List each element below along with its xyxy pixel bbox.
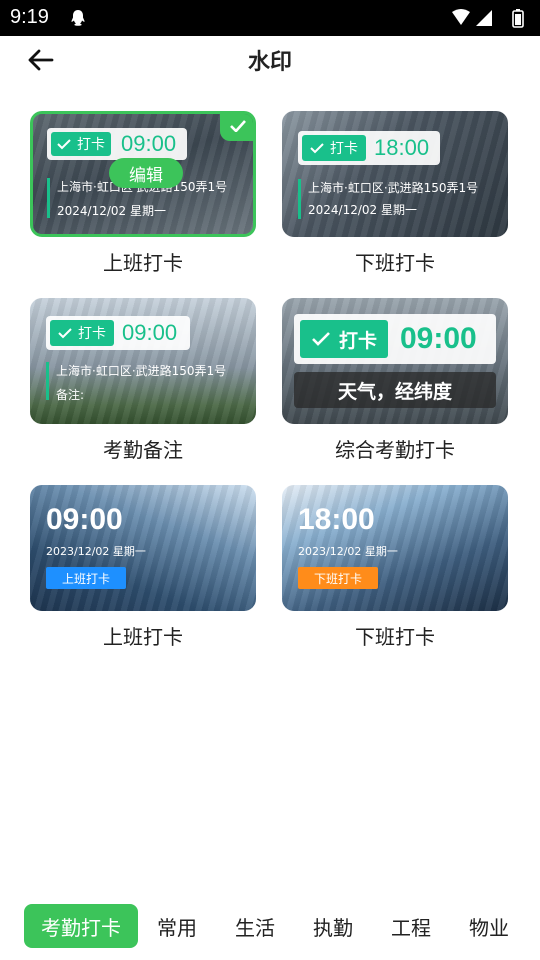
watermark-address: 上海市·虹口区·武进路150弄1号 — [56, 364, 227, 378]
badge-label: 打卡 — [338, 329, 377, 352]
watermark-header: 打卡 18:00 — [298, 131, 440, 165]
card-label: 下班打卡 — [355, 251, 435, 275]
clock-badge: 打卡 — [50, 320, 114, 346]
battery-icon — [512, 9, 524, 28]
tab-attendance[interactable]: 考勤打卡 — [24, 904, 138, 948]
watermark-thumbnail[interactable]: 09:00 2023/12/02 星期一 上班打卡 — [30, 485, 256, 611]
tab-engineering[interactable]: 工程 — [382, 904, 440, 948]
tab-duty[interactable]: 执勤 — [304, 904, 362, 948]
watermark-time: 18:00 — [298, 503, 375, 536]
clock-badge: 打卡 — [302, 135, 366, 161]
page-title: 水印 — [247, 50, 292, 75]
watermark-date: 2024/12/02 星期一 — [57, 204, 166, 218]
check-icon — [58, 328, 72, 339]
watermark-header: 打卡 09:00 — [294, 314, 496, 364]
watermark-thumbnail[interactable]: 打卡 09:00 上海市·虹口区·武进路150弄1号 2024/12/02 星期… — [30, 111, 256, 237]
status-icons — [452, 9, 524, 28]
badge-label: 打卡 — [330, 141, 358, 157]
watermark-card-clock-in[interactable]: 打卡 09:00 上海市·虹口区·武进路150弄1号 2024/12/02 星期… — [30, 111, 256, 276]
badge-label: 打卡 — [78, 326, 106, 342]
card-label: 下班打卡 — [355, 625, 435, 649]
card-label: 综合考勤打卡 — [335, 438, 455, 462]
watermark-header: 打卡 09:00 — [47, 128, 187, 160]
watermark-time: 09:00 — [121, 131, 177, 156]
card-label: 上班打卡 — [103, 251, 183, 275]
watermark-card-clock-out[interactable]: 打卡 18:00 上海市·虹口区·武进路150弄1号 2024/12/02 星期… — [282, 111, 508, 276]
clock-badge: 打卡 — [300, 320, 388, 358]
watermark-time: 09:00 — [400, 322, 477, 355]
watermark-thumbnail[interactable]: 18:00 2023/12/02 星期一 下班打卡 — [282, 485, 508, 611]
status-time: 9:19 — [10, 6, 49, 28]
status-tag: 下班打卡 — [298, 567, 378, 589]
category-tabs: 考勤打卡 常用 生活 执勤 工程 物业 — [0, 896, 540, 956]
watermark-card-clock-out-2[interactable]: 18:00 2023/12/02 星期一 下班打卡 下班打卡 — [282, 485, 508, 650]
watermark-note: 备注: — [56, 388, 85, 402]
check-icon — [57, 139, 71, 150]
watermark-time: 09:00 — [122, 320, 178, 345]
tab-common[interactable]: 常用 — [148, 904, 206, 948]
status-tag: 上班打卡 — [46, 567, 126, 589]
check-icon — [312, 332, 330, 346]
tab-life[interactable]: 生活 — [226, 904, 284, 948]
title-bar: 水印 — [0, 36, 540, 84]
status-bar: 9:19 — [0, 0, 540, 36]
card-label: 上班打卡 — [103, 625, 183, 649]
watermark-address: 上海市·虹口区·武进路150弄1号 — [308, 181, 479, 195]
tab-property[interactable]: 物业 — [460, 904, 518, 948]
watermark-card-comprehensive[interactable]: 打卡 09:00 天气，经纬度 综合考勤打卡 — [282, 298, 508, 463]
weather-info: 天气，经纬度 — [294, 372, 496, 408]
watermark-time: 09:00 — [46, 503, 123, 536]
watermark-card-attendance-note[interactable]: 打卡 09:00 上海市·虹口区·武进路150弄1号 备注: 考勤备注 — [30, 298, 256, 463]
watermark-date: 2023/12/02 星期一 — [46, 545, 146, 558]
watermark-thumbnail[interactable]: 打卡 09:00 上海市·虹口区·武进路150弄1号 备注: — [30, 298, 256, 424]
watermark-thumbnail[interactable]: 打卡 18:00 上海市·虹口区·武进路150弄1号 2024/12/02 星期… — [282, 111, 508, 237]
badge-label: 打卡 — [77, 137, 105, 153]
check-icon — [230, 120, 246, 132]
edit-button[interactable]: 编辑 — [109, 158, 183, 188]
selected-indicator — [220, 114, 253, 141]
watermark-date: 2024/12/02 星期一 — [308, 203, 417, 217]
watermark-header: 打卡 09:00 — [46, 316, 190, 350]
watermark-thumbnail[interactable]: 打卡 09:00 天气，经纬度 — [282, 298, 508, 424]
watermark-time: 18:00 — [374, 135, 430, 160]
watermark-date: 2023/12/02 星期一 — [298, 545, 398, 558]
watermark-card-clock-in-2[interactable]: 09:00 2023/12/02 星期一 上班打卡 上班打卡 — [30, 485, 256, 650]
check-icon — [310, 143, 324, 154]
card-label: 考勤备注 — [103, 438, 183, 462]
signal-icon — [476, 10, 492, 26]
qq-notification-icon — [71, 10, 85, 26]
clock-badge: 打卡 — [51, 132, 111, 156]
wifi-icon — [452, 9, 470, 25]
